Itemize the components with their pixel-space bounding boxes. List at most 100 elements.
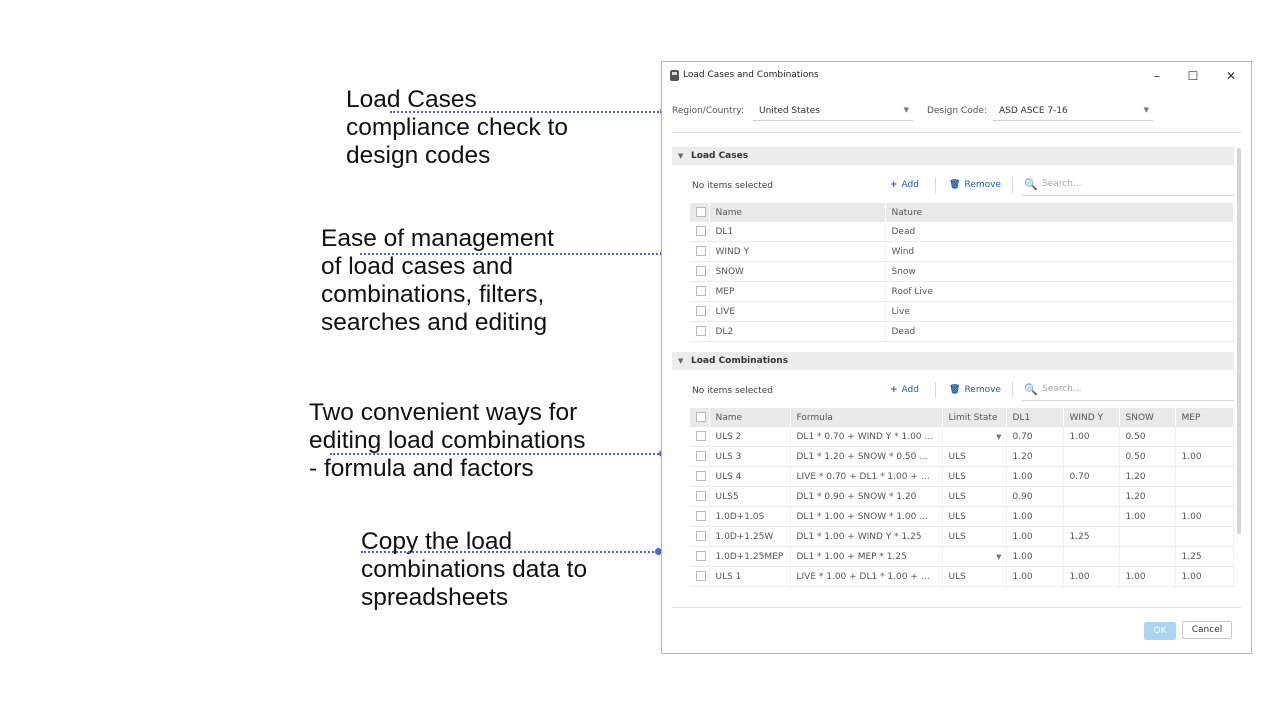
factor-snow-cell[interactable] [1119,526,1176,547]
limit-state-cell[interactable]: ULS [942,506,1007,527]
table-row[interactable]: DL2 Dead [690,321,1234,342]
load-combinations-search[interactable]: 🔍 [1022,380,1234,401]
table-row[interactable]: ULS 2DL1 * 0.70 + WIND Y * 1.00 + SNOW *… [690,427,1234,447]
combination-name-cell[interactable]: ULS 4 [709,466,791,487]
row-select-cell[interactable] [690,566,710,587]
limit-state-cell[interactable]: ▼ [942,427,1007,447]
design-code-select[interactable]: ASD ASCE 7-16 ▼ [993,101,1153,121]
minimize-button[interactable]: – [1145,66,1169,86]
table-row[interactable]: DL1 Dead [690,222,1234,242]
factor-dl1-cell[interactable]: 1.00 [1006,566,1064,587]
case-name-cell[interactable]: MEP [709,281,886,302]
factor-mep-cell[interactable] [1175,526,1234,547]
case-name-cell[interactable]: WIND Y [709,241,886,262]
limit-state-cell[interactable]: ULS [942,526,1007,547]
remove-combination-button[interactable]: 🗑 Remove [949,382,1001,398]
column-header-name[interactable]: Name [709,203,886,222]
load-cases-header[interactable]: ▼ Load Cases [672,147,1234,165]
row-checkbox[interactable] [696,326,706,337]
add-load-case-button[interactable]: + Add [890,177,919,193]
limit-state-cell[interactable]: ULS [942,466,1007,487]
ok-button[interactable]: OK [1144,622,1176,640]
row-select-cell[interactable] [690,446,710,467]
factor-snow-cell[interactable]: 1.00 [1119,566,1176,587]
row-checkbox[interactable] [696,491,706,502]
factor-mep-cell[interactable] [1175,486,1234,507]
factor-snow-cell[interactable]: 1.20 [1119,466,1176,487]
formula-cell[interactable]: DL1 * 1.00 + WIND Y * 1.25 [790,526,943,547]
factor-wind-y-cell[interactable] [1063,486,1120,507]
row-checkbox[interactable] [696,471,706,482]
row-checkbox[interactable] [696,511,706,522]
case-name-cell[interactable]: DL2 [709,321,886,342]
factor-dl1-cell[interactable]: 1.20 [1006,446,1064,467]
formula-cell[interactable]: LIVE * 0.70 + DL1 * 1.00 + WIND Y * 0.70 [790,466,943,487]
combination-name-cell[interactable]: 1.0D+1.25MEP [709,546,791,567]
table-row[interactable]: ULS 3DL1 * 1.20 + SNOW * 0.50 + MEP * 1.… [690,446,1234,467]
row-select-cell[interactable] [690,241,710,262]
select-all-cell[interactable] [690,203,710,222]
collapse-icon[interactable]: ▼ [678,152,683,160]
table-row[interactable]: ULS 1LIVE * 1.00 + DL1 * 1.00 + WIND Y *… [690,566,1234,587]
table-row[interactable]: ULS 4LIVE * 0.70 + DL1 * 1.00 + WIND Y *… [690,466,1234,487]
factor-dl1-cell[interactable]: 0.90 [1006,486,1064,507]
cancel-button[interactable]: Cancel [1182,621,1232,639]
case-nature-cell[interactable]: Dead [885,222,1234,242]
load-cases-search[interactable]: 🔍 [1022,175,1234,196]
table-row[interactable]: 1.0D+1.25W DL1 * 1.00 + WIND Y * 1.25 ULS 1… [690,526,1234,547]
factor-wind-y-cell[interactable]: 0.70 [1063,466,1120,487]
row-checkbox[interactable] [696,451,706,462]
column-header-name[interactable]: Name [709,408,791,427]
combination-name-cell[interactable]: ULS5 [709,486,791,507]
row-checkbox[interactable] [696,306,706,317]
factor-snow-cell[interactable]: 1.00 [1119,506,1176,527]
chevron-down-icon[interactable]: ▼ [996,553,1001,561]
table-row[interactable]: WIND Y Wind [690,241,1234,262]
factor-dl1-cell[interactable]: 1.00 [1006,546,1064,567]
row-select-cell[interactable] [690,427,710,447]
row-checkbox[interactable] [696,246,706,257]
row-checkbox[interactable] [696,286,706,297]
column-header-dl1[interactable]: DL1 [1006,408,1064,427]
row-select-cell[interactable] [690,466,710,487]
row-select-cell[interactable] [690,486,710,507]
factor-dl1-cell[interactable]: 1.00 [1006,506,1064,527]
search-input[interactable] [1040,383,1184,395]
column-header-wind-y[interactable]: WIND Y [1063,408,1120,427]
search-input[interactable] [1040,178,1184,190]
close-button[interactable]: ✕ [1219,66,1243,86]
table-row[interactable]: 1.0D+1.25MEP DL1 * 1.00 + MEP * 1.25 ▼ 1.00… [690,546,1234,567]
factor-snow-cell[interactable] [1119,546,1176,567]
select-all-checkbox[interactable] [696,207,706,218]
limit-state-cell[interactable]: ▼ [942,546,1007,567]
formula-cell[interactable]: DL1 * 0.90 + SNOW * 1.20 [790,486,943,507]
factor-wind-y-cell[interactable]: 1.00 [1063,566,1120,587]
row-checkbox[interactable] [696,531,706,542]
row-select-cell[interactable] [690,261,710,282]
formula-cell[interactable]: DL1 * 1.20 + SNOW * 0.50 + MEP * 1.00 [790,446,943,467]
row-checkbox[interactable] [696,551,706,562]
chevron-down-icon[interactable]: ▼ [996,433,1001,441]
factor-mep-cell[interactable]: 1.00 [1175,566,1234,587]
select-all-checkbox[interactable] [696,412,706,423]
row-select-cell[interactable] [690,506,710,527]
factor-snow-cell[interactable]: 0.50 [1119,427,1176,447]
combination-name-cell[interactable]: 1.0D+1.25W [709,526,791,547]
limit-state-cell[interactable]: ULS [942,486,1007,507]
select-all-cell[interactable] [690,408,710,427]
factor-mep-cell[interactable] [1175,427,1234,447]
case-nature-cell[interactable]: Live [885,301,1234,322]
column-header-mep[interactable]: MEP [1175,408,1234,427]
column-header-formula[interactable]: Formula [790,408,943,427]
row-checkbox[interactable] [696,571,706,582]
table-row[interactable]: 1.0D+1.0SDL1 * 1.00 + SNOW * 1.00 + MEP … [690,506,1234,527]
formula-cell[interactable]: DL1 * 1.00 + SNOW * 1.00 + MEP * 1.00 [790,506,943,527]
add-combination-button[interactable]: + Add [890,382,919,398]
case-name-cell[interactable]: LIVE [709,301,886,322]
case-name-cell[interactable]: DL1 [709,222,886,242]
row-select-cell[interactable] [690,281,710,302]
case-nature-cell[interactable]: Wind [885,241,1234,262]
row-select-cell[interactable] [690,546,710,567]
case-nature-cell[interactable]: Dead [885,321,1234,342]
factor-mep-cell[interactable] [1175,466,1234,487]
